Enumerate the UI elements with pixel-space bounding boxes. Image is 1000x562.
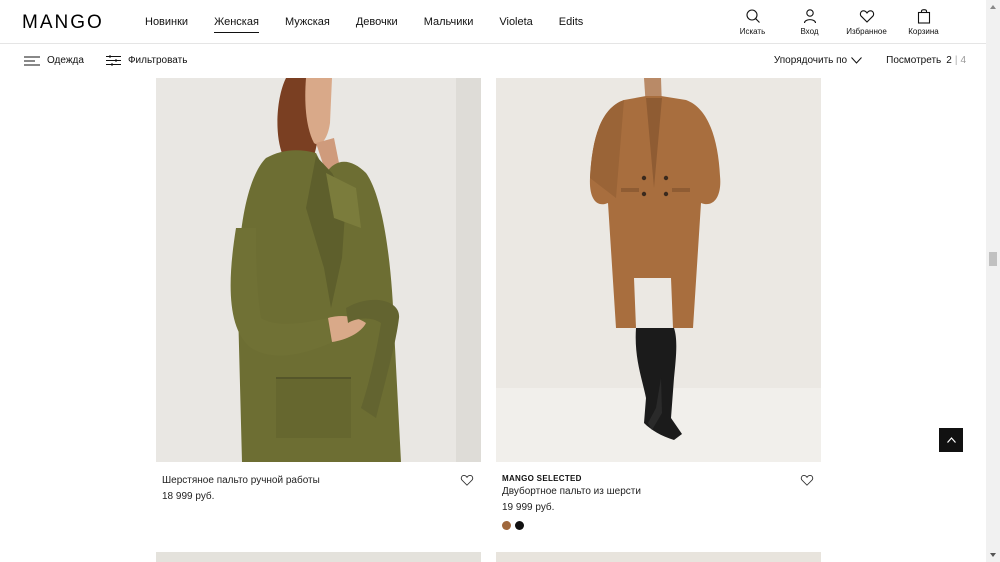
- chevron-down-icon: [851, 57, 862, 64]
- product-image[interactable]: [156, 78, 481, 462]
- product-price: 19 999 руб.: [502, 502, 555, 513]
- view-option-4[interactable]: 4: [960, 55, 966, 66]
- product-brand: MANGO SELECTED: [502, 474, 582, 483]
- filter-icon: [105, 55, 121, 66]
- nav-girls[interactable]: Девочки: [356, 16, 398, 33]
- category-toolbar: Одежда Фильтровать Упорядочить по Посмот…: [0, 44, 986, 78]
- bag-icon: [917, 9, 930, 24]
- heart-icon: [460, 474, 474, 486]
- toolbar-right: Упорядочить по Посмотреть 2 | 4: [774, 55, 966, 66]
- cart-button[interactable]: Корзина: [895, 8, 952, 36]
- filter-label: Фильтровать: [127, 55, 188, 66]
- nav-men[interactable]: Мужская: [285, 16, 330, 33]
- nav-women[interactable]: Женская: [214, 16, 259, 33]
- triangle-up-icon: [990, 5, 996, 9]
- search-icon: [745, 9, 760, 23]
- main-nav: Новинки Женская Мужская Девочки Мальчики…: [145, 16, 609, 33]
- site-header: MANGO Новинки Женская Мужская Девочки Ма…: [0, 0, 986, 44]
- mango-logo[interactable]: MANGO: [22, 12, 104, 34]
- color-swatch-black[interactable]: [515, 521, 524, 530]
- product-name[interactable]: Шерстяное пальто ручной работы: [162, 475, 462, 486]
- sort-label: Упорядочить по: [773, 55, 848, 66]
- user-icon: [803, 9, 816, 24]
- view-divider: |: [954, 55, 958, 66]
- favorite-button[interactable]: [460, 473, 476, 489]
- header-tools: Искать Вход Избранное Корзина: [724, 8, 952, 36]
- sort-dropdown[interactable]: Упорядочить по: [774, 55, 862, 66]
- scroll-thumb[interactable]: [989, 252, 997, 266]
- search-label: Искать: [739, 27, 766, 36]
- nav-violeta[interactable]: Violeta: [499, 16, 532, 33]
- product-name[interactable]: Двубортное пальто из шерсти: [502, 486, 802, 497]
- product-image-next[interactable]: [496, 552, 821, 562]
- filter-button[interactable]: Фильтровать: [105, 55, 188, 66]
- nav-edits[interactable]: Edits: [559, 16, 583, 33]
- view-option-2[interactable]: 2: [946, 55, 952, 66]
- search-button[interactable]: Искать: [724, 8, 781, 36]
- product-info: MANGO SELECTED Двубортное пальто из шерс…: [502, 474, 802, 530]
- menu-icon: [24, 56, 40, 65]
- heart-icon: [859, 10, 874, 23]
- color-swatches: [502, 521, 802, 530]
- nav-boys[interactable]: Мальчики: [424, 16, 474, 33]
- product-price: 18 999 руб.: [162, 491, 215, 502]
- product-info: Шерстяное пальто ручной работы 18 999 ру…: [162, 472, 462, 502]
- nav-new[interactable]: Новинки: [145, 16, 188, 33]
- camel-coat-photo: [496, 78, 821, 462]
- view-label: Посмотреть: [886, 55, 942, 66]
- scroll-up-arrow[interactable]: [986, 0, 1000, 14]
- olive-coat-photo: [156, 78, 481, 462]
- back-to-top-button[interactable]: [939, 428, 963, 452]
- favorites-label: Избранное: [846, 27, 887, 36]
- toolbar-left: Одежда Фильтровать: [24, 55, 209, 66]
- scroll-down-arrow[interactable]: [986, 548, 1000, 562]
- category-menu-button[interactable]: Одежда: [24, 55, 84, 66]
- cart-label: Корзина: [908, 27, 939, 36]
- login-button[interactable]: Вход: [781, 8, 838, 36]
- heart-icon: [800, 474, 814, 486]
- chevron-up-icon: [946, 437, 956, 443]
- page-scrollbar[interactable]: [986, 0, 1000, 562]
- product-image[interactable]: [496, 78, 821, 462]
- category-label: Одежда: [47, 55, 84, 66]
- product-image-next[interactable]: [156, 552, 481, 562]
- favorite-button[interactable]: [800, 473, 816, 489]
- triangle-down-icon: [990, 553, 996, 557]
- login-label: Вход: [800, 27, 819, 36]
- favorites-button[interactable]: Избранное: [838, 8, 895, 36]
- color-swatch-camel[interactable]: [502, 521, 511, 530]
